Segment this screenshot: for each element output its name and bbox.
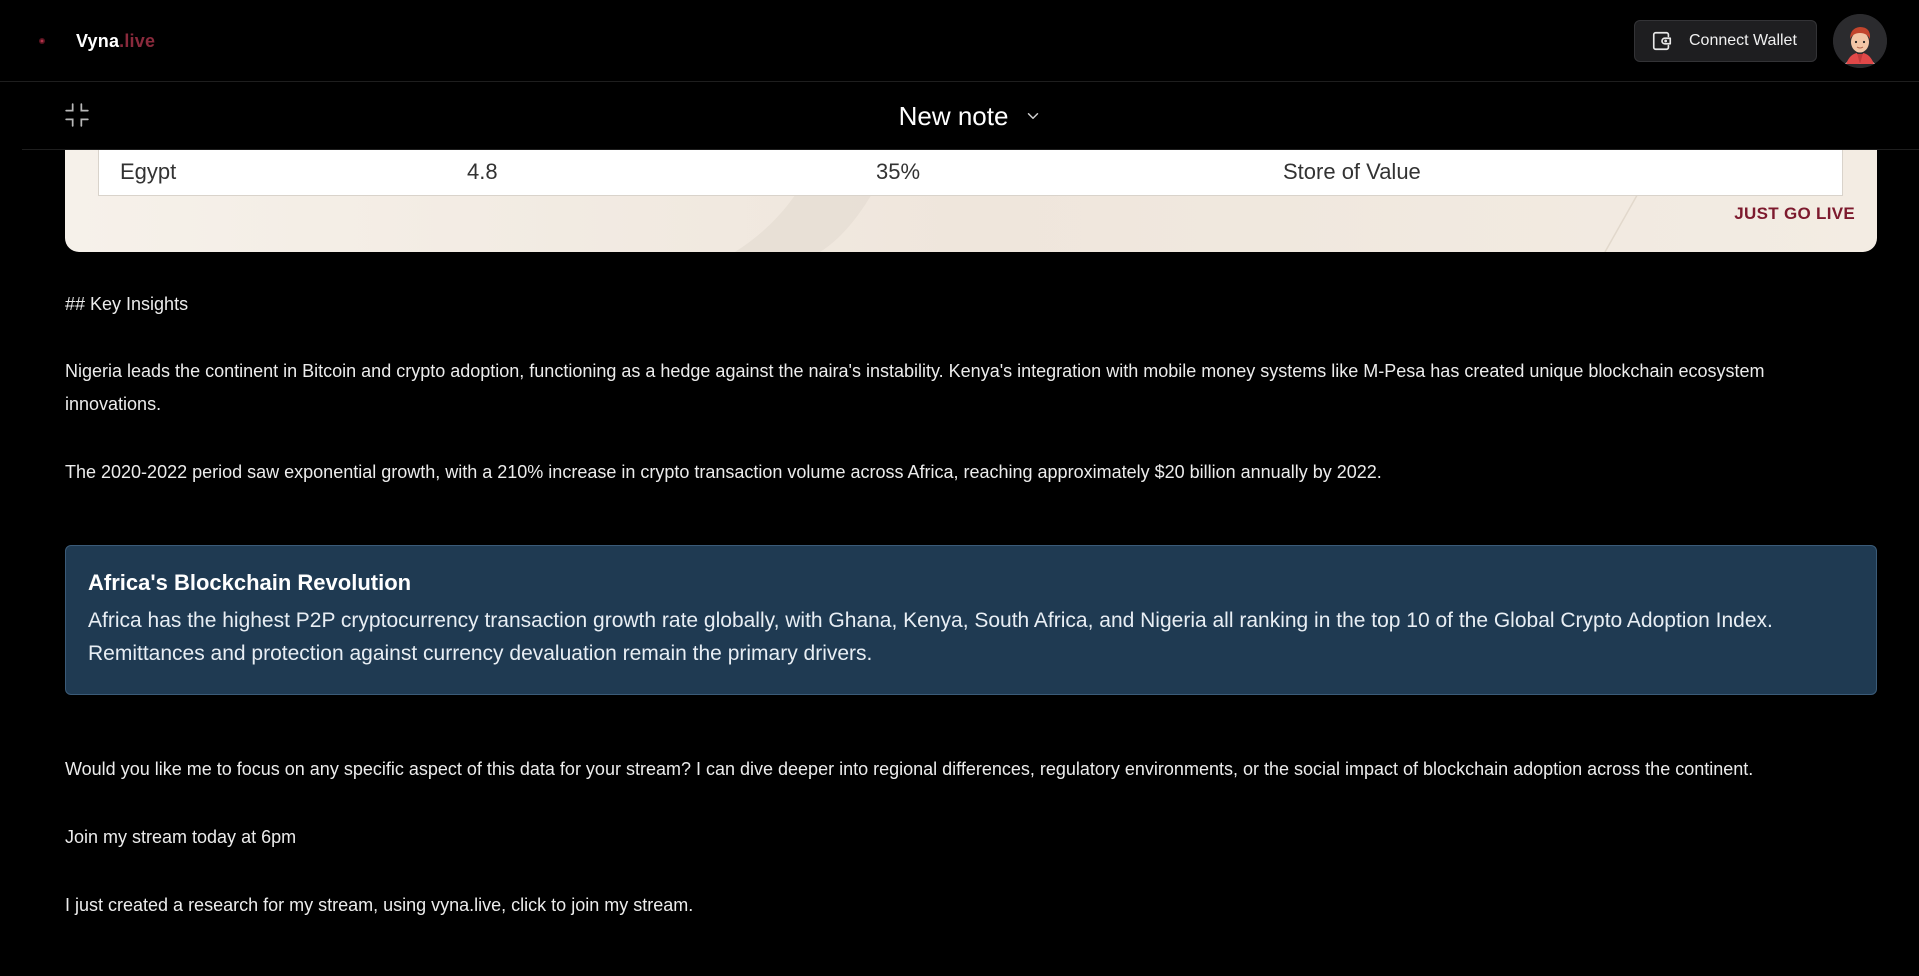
table-cell-use-case: Store of Value — [1283, 159, 1421, 184]
callout-box: Africa's Blockchain Revolution Africa ha… — [65, 545, 1877, 695]
wallet-icon — [1651, 30, 1673, 52]
brand-accent: .live — [119, 30, 156, 51]
table-cell-percent: 35% — [876, 159, 921, 184]
paragraph-growth: The 2020-2022 period saw exponential gro… — [65, 462, 1382, 482]
table-row: Egypt 4.8 35% Store of Value — [98, 150, 1843, 196]
table-cell-value: 4.8 — [467, 159, 498, 184]
paragraph-line: innovations. — [65, 394, 162, 414]
brand-logo[interactable]: Vyna.live — [30, 26, 155, 56]
brand-main: Vyna — [76, 30, 120, 51]
brand-name: Vyna.live — [76, 31, 155, 52]
just-go-live-link[interactable]: JUST GO LIVE — [1734, 204, 1855, 224]
key-insights-heading: ## Key Insights — [65, 294, 189, 314]
user-avatar[interactable] — [1833, 14, 1887, 68]
paragraph-stream-time: Join my stream today at 6pm — [65, 827, 297, 847]
note-title-selector: New note — [22, 100, 1919, 132]
callout-body: Africa has the highest P2P cryptocurrenc… — [88, 604, 1854, 670]
callout-line: Remittances and protection against curre… — [88, 642, 873, 665]
chevron-down-icon[interactable] — [1024, 107, 1042, 125]
table-cell-country: Egypt — [120, 159, 177, 184]
note-title[interactable]: New note — [899, 101, 1009, 132]
paragraph-research-link: I just created a research for my stream,… — [65, 895, 694, 915]
callout-line: Africa has the highest P2P cryptocurrenc… — [88, 609, 1773, 632]
connect-wallet-label: Connect Wallet — [1689, 32, 1797, 49]
paragraph-nigeria: Nigeria leads the continent in Bitcoin a… — [65, 355, 1877, 421]
callout-title: Africa's Blockchain Revolution — [88, 570, 412, 595]
paragraph-focus-question: Would you like me to focus on any specif… — [65, 759, 1754, 779]
connect-wallet-button[interactable]: Connect Wallet — [1634, 20, 1817, 62]
embedded-card: Egypt 4.8 35% Store of Value JUST GO LIV… — [65, 150, 1877, 252]
vyna-logo-icon — [30, 29, 54, 53]
note-header: New note — [22, 82, 1919, 150]
paragraph-line: Nigeria leads the continent in Bitcoin a… — [65, 361, 1765, 381]
top-navbar: Vyna.live Connect Wallet — [0, 0, 1919, 82]
